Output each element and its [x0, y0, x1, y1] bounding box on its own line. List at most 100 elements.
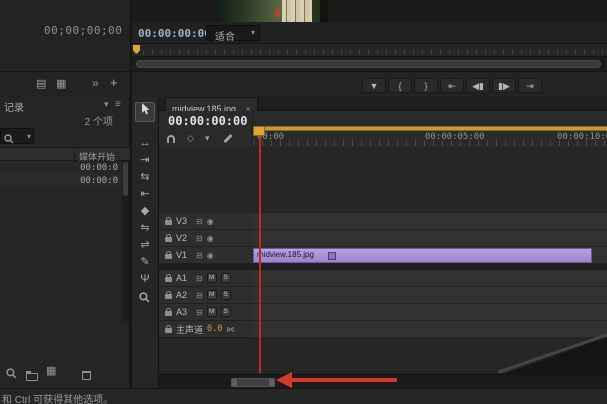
- table-row[interactable]: 00:00:0: [0, 161, 122, 174]
- find-icon[interactable]: [6, 366, 17, 384]
- track-output-icon[interactable]: ◉: [207, 251, 214, 260]
- go-to-in-button[interactable]: ⇤: [440, 78, 464, 93]
- track-output-icon[interactable]: ◉: [207, 234, 214, 243]
- caret-down-icon: ▾: [251, 28, 255, 37]
- rate-stretch-tool[interactable]: ⇤: [136, 187, 154, 202]
- zoom-handle-right-grip[interactable]: [269, 379, 274, 386]
- track-lane[interactable]: [252, 213, 607, 230]
- timeline-timecode[interactable]: 00:00:00:00: [168, 114, 247, 128]
- solo-button[interactable]: S: [221, 307, 231, 317]
- master-level-value[interactable]: 0.0: [207, 324, 222, 334]
- panel-menu-icon[interactable]: ≡: [115, 99, 121, 110]
- timeline-tab[interactable]: midview.185.jpg ×: [165, 97, 258, 111]
- track-lane[interactable]: [252, 270, 607, 287]
- master-meter-icon[interactable]: ⋈: [226, 325, 234, 334]
- panel-tab-b-icon[interactable]: ▦: [56, 79, 66, 90]
- snap-icon[interactable]: [167, 135, 175, 143]
- status-hint: 和 Ctrl 可获得其他选项。: [2, 391, 113, 404]
- track-display-style-icon[interactable]: ⊟: [196, 274, 203, 283]
- lock-icon[interactable]: [165, 308, 172, 316]
- zoom-tool[interactable]: [139, 290, 150, 308]
- selection-cursor-icon: [140, 103, 151, 120]
- track-header: A3 ⊟ M S: [159, 304, 252, 321]
- annotation-arrow-head: [276, 372, 292, 388]
- sequence-marker-icon[interactable]: ◇: [187, 134, 194, 143]
- new-bin-icon[interactable]: [26, 373, 38, 381]
- pen-tool[interactable]: ✎: [136, 255, 154, 270]
- track-lane[interactable]: [252, 304, 607, 321]
- lock-icon[interactable]: [165, 217, 172, 225]
- mark-in-button[interactable]: {: [388, 78, 412, 93]
- track-display-style-icon[interactable]: ⊟: [196, 308, 203, 317]
- playhead-line[interactable]: [259, 131, 261, 373]
- tools-panel: ↔ ⇥ ⇆ ⇤ ◆ ⇋ ⇌ ✎ Ψ: [131, 97, 159, 388]
- track-display-style-icon[interactable]: ⊟: [196, 234, 203, 243]
- mute-button[interactable]: M: [207, 307, 217, 317]
- add-marker-button[interactable]: ▼: [362, 78, 386, 93]
- caret-down-icon[interactable]: ▾: [205, 134, 210, 143]
- ripple-edit-tool[interactable]: ⇥: [136, 153, 154, 168]
- timeline-header: 00:00:00:00 ◇ ▾: [159, 111, 252, 147]
- rolling-edit-tool[interactable]: ⇆: [136, 170, 154, 185]
- lock-icon[interactable]: [165, 251, 172, 259]
- track-display-style-icon[interactable]: ⊟: [196, 251, 203, 260]
- monitor-ruler[interactable]: [132, 44, 607, 57]
- table-row[interactable]: 00:00:0: [0, 174, 122, 187]
- track-output-icon[interactable]: ◉: [207, 217, 214, 226]
- preview-red-sign: [275, 9, 280, 17]
- track-header: V3 ⊟ ◉: [159, 213, 252, 230]
- preview-bright-area: [282, 0, 312, 22]
- track-header: 主声道 0.0 ⋈: [159, 321, 252, 338]
- timeline-clip[interactable]: midview.185.jpg: [253, 248, 592, 263]
- go-to-out-button[interactable]: ⇥: [518, 78, 542, 93]
- slide-tool[interactable]: ⇌: [136, 238, 154, 253]
- track-lane[interactable]: [252, 230, 607, 247]
- track-select-tool[interactable]: ↔: [136, 136, 154, 151]
- work-area-bar[interactable]: [253, 126, 607, 131]
- timeline-ruler[interactable]: 00:00 00:00:05:00 00:00:10:00: [252, 111, 607, 147]
- project-tab-label[interactable]: 记录: [4, 99, 24, 114]
- timeline-zoom-handle[interactable]: [231, 378, 275, 387]
- add-panel-icon[interactable]: +: [110, 76, 118, 89]
- mute-button[interactable]: M: [207, 273, 217, 283]
- track-display-style-icon[interactable]: ⊟: [196, 291, 203, 300]
- monitor-ruler-ticks: [134, 50, 605, 55]
- panel-menu-caret-icon[interactable]: ▾: [104, 99, 109, 110]
- track-name: A1: [176, 273, 192, 283]
- track-display-style-icon[interactable]: ⊟: [196, 217, 203, 226]
- source-timecode: 00;00;00;00: [44, 24, 122, 37]
- step-back-button[interactable]: ◀▮: [466, 78, 490, 93]
- panel-tab-a-icon[interactable]: ▤: [36, 79, 46, 90]
- fit-dropdown[interactable]: 适合 ▾: [206, 25, 260, 41]
- hand-tool[interactable]: Ψ: [136, 272, 154, 287]
- zoom-handle-left-grip[interactable]: [232, 379, 237, 386]
- program-timecode[interactable]: 00:00:00:00: [138, 27, 211, 40]
- monitor-scrollbar-handle[interactable]: [136, 60, 601, 68]
- mark-out-button[interactable]: }: [414, 78, 438, 93]
- lock-icon[interactable]: [165, 234, 172, 242]
- track-lane[interactable]: [252, 321, 607, 338]
- wrench-icon[interactable]: [223, 134, 232, 143]
- lock-icon[interactable]: [165, 325, 172, 333]
- solo-button[interactable]: S: [221, 290, 231, 300]
- selection-tool[interactable]: [135, 102, 155, 122]
- playhead-marker[interactable]: [253, 126, 265, 136]
- search-input[interactable]: ▾: [0, 128, 34, 144]
- lock-icon[interactable]: [165, 291, 172, 299]
- slip-tool[interactable]: ⇋: [136, 221, 154, 236]
- project-scrollbar-handle[interactable]: [123, 162, 128, 196]
- trash-icon[interactable]: [82, 371, 91, 380]
- solo-button[interactable]: S: [221, 273, 231, 283]
- project-scrollbar[interactable]: [122, 161, 129, 321]
- program-monitor-bar: 00:00:00:00 适合 ▾: [132, 22, 607, 44]
- track-name: V2: [176, 233, 192, 243]
- transport-bar: ▼ { } ⇤ ◀▮ ▮▶ ⇥: [132, 71, 607, 97]
- step-forward-button[interactable]: ▮▶: [492, 78, 516, 93]
- new-item-icon[interactable]: ▦: [46, 366, 56, 377]
- monitor-scrollbar[interactable]: [132, 57, 607, 71]
- lock-icon[interactable]: [165, 274, 172, 282]
- track-lane[interactable]: [252, 287, 607, 304]
- chevron-double-icon[interactable]: »: [92, 77, 99, 89]
- mute-button[interactable]: M: [207, 290, 217, 300]
- razor-tool[interactable]: ◆: [136, 204, 154, 219]
